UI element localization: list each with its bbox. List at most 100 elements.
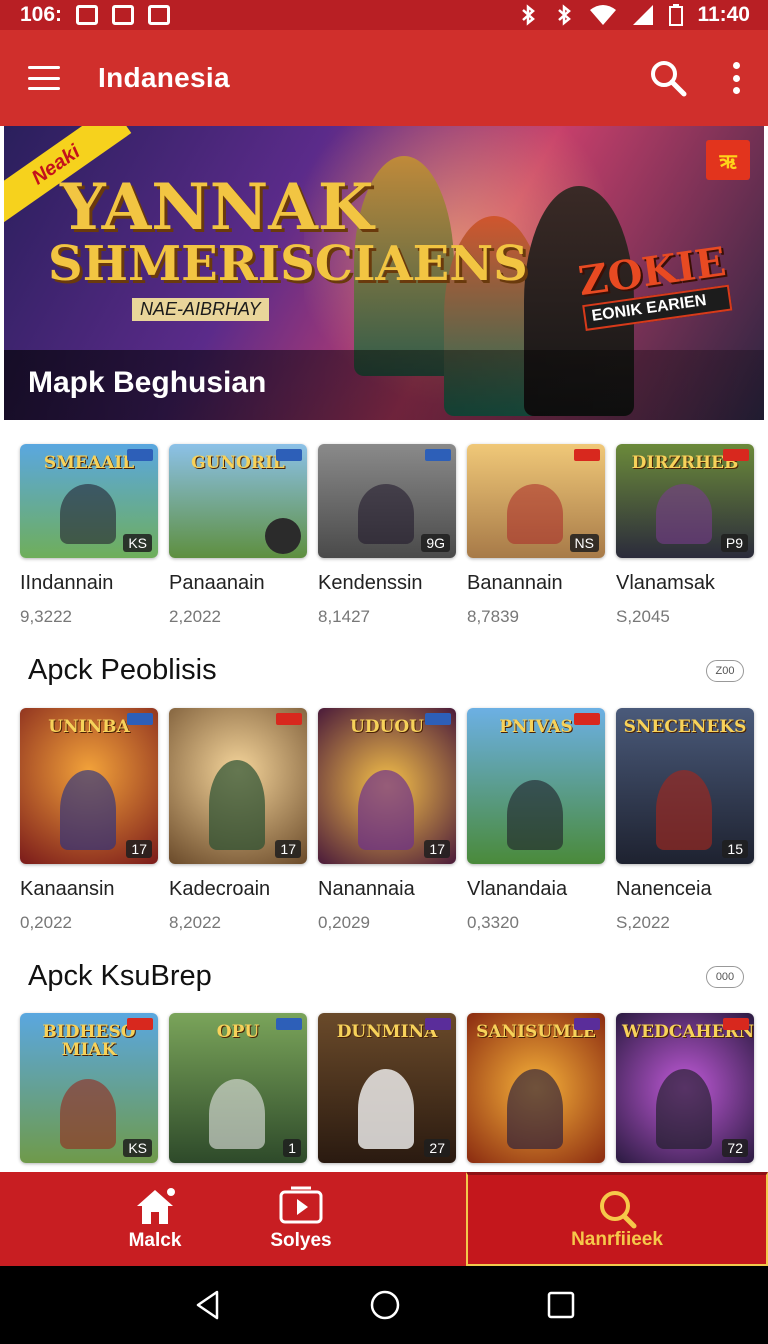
thumbnail-figure: [209, 760, 265, 850]
game-card[interactable]: SNECENEKS 15 Nanenceia S,2022: [616, 708, 754, 933]
home-circle-icon[interactable]: [369, 1289, 401, 1321]
thumbnail-title: SNECENEKS: [623, 717, 747, 737]
game-count: 2,2022: [169, 607, 221, 626]
app-title: Indanesia: [98, 62, 230, 93]
thumbnail-badge: 17: [275, 840, 301, 858]
thumbnail-figure: [358, 484, 414, 544]
game-count: 8,7839: [467, 607, 519, 626]
recents-icon[interactable]: [547, 1291, 575, 1319]
section1-row: SMEAAIL KS IIndannain 9,3222 GUNORIL Pan…: [20, 444, 754, 627]
nav-label: Nanrfiieek: [571, 1228, 663, 1250]
thumbnail-figure: [60, 1079, 116, 1149]
game-card[interactable]: 17 Kadecroain 8,2022: [169, 708, 307, 933]
game-thumbnail: 17: [169, 708, 307, 864]
game-card[interactable]: BIDHESO MIAK KS: [20, 1013, 158, 1163]
banner-corner-badge: ऋ: [706, 140, 750, 180]
section-title: Apck Peoblisis: [28, 654, 217, 686]
game-thumbnail: SANISUMLE: [467, 1013, 605, 1163]
game-name: Vlanamsak: [616, 572, 715, 594]
thumbnail-avatar: [265, 518, 301, 554]
game-count: S,2022: [616, 913, 670, 932]
wifi-icon: [590, 5, 617, 25]
hamburger-menu-icon[interactable]: [28, 66, 60, 90]
game-card[interactable]: UDUOU 17 Nanannaia 0,2029: [318, 708, 456, 933]
game-thumbnail: NS: [467, 444, 605, 558]
system-navigation-bar: [0, 1266, 768, 1344]
game-thumbnail: OPU 1: [169, 1013, 307, 1163]
thumbnail-tag: [425, 713, 451, 725]
thumbnail-badge: 9G: [421, 534, 450, 552]
game-name: Kadecroain: [169, 878, 271, 900]
nav-label: Solyes: [270, 1230, 332, 1251]
game-thumbnail: UNINBA 17: [20, 708, 158, 864]
video-icon: [279, 1186, 323, 1224]
home-icon: [137, 1188, 175, 1224]
featured-banner[interactable]: Neaki YANNAK SHMERISCIAENS NAE-AIBRHAY Z…: [4, 126, 764, 420]
game-card[interactable]: SANISUMLE: [467, 1013, 605, 1163]
bottom-navigation: Malck Solyes Nanrfiieek: [0, 1172, 768, 1266]
app-bar: Indanesia: [0, 30, 768, 126]
thumbnail-tag: [425, 1018, 451, 1030]
thumbnail-figure: [507, 484, 563, 544]
status-time: 11:40: [697, 3, 750, 26]
status-bar: 106: 11:40: [0, 0, 768, 30]
section2-header: Apck Peoblisis Z00: [28, 654, 744, 687]
game-card[interactable]: UNINBA 17 Kanaansin 0,2022: [20, 708, 158, 933]
game-name: Kendenssin: [318, 572, 423, 594]
nav-item-search[interactable]: Nanrfiieek: [466, 1172, 768, 1266]
see-more-button[interactable]: 000: [706, 965, 744, 988]
game-thumbnail: SMEAAIL KS: [20, 444, 158, 558]
game-count: 8,1427: [318, 607, 370, 626]
thumbnail-figure: [507, 1069, 563, 1149]
thumbnail-figure: [358, 770, 414, 850]
game-count: 8,2022: [169, 913, 221, 932]
game-count: 9,3222: [20, 607, 72, 626]
game-name: Nanannaia: [318, 878, 415, 900]
banner-title-line1: YANNAK: [60, 170, 374, 245]
section-title: Apck KsuBrep: [28, 960, 212, 992]
game-count: 0,2029: [318, 913, 370, 932]
section2-row: UNINBA 17 Kanaansin 0,2022 17 Kadecroain…: [20, 708, 754, 933]
thumbnail-tag: [574, 713, 600, 725]
thumbnail-tag: [127, 449, 153, 461]
banner-title-line2: SHMERISCIAENS: [48, 236, 528, 292]
nav-item-videos[interactable]: Solyes: [228, 1172, 374, 1266]
game-card[interactable]: WEDCAHERN 72: [616, 1013, 754, 1163]
more-vertical-icon[interactable]: [732, 62, 740, 94]
game-name: Panaanain: [169, 572, 265, 594]
thumbnail-tag: [127, 1018, 153, 1030]
status-left-text: 106:: [20, 3, 63, 26]
back-icon[interactable]: [193, 1289, 223, 1321]
game-card[interactable]: OPU 1: [169, 1013, 307, 1163]
game-card[interactable]: 9G Kendenssin 8,1427: [318, 444, 456, 627]
status-bar-left: 106:: [20, 3, 171, 27]
thumbnail-figure: [358, 1069, 414, 1149]
thumbnail-figure: [656, 484, 712, 544]
mail-icon: [148, 5, 171, 25]
game-card[interactable]: NS Banannain 8,7839: [467, 444, 605, 627]
vibrate-icon: [558, 4, 572, 26]
game-card[interactable]: PNIVAS Vlanandaia 0,3320: [467, 708, 605, 933]
game-name: Nanenceia: [616, 878, 712, 900]
see-more-button[interactable]: Z00: [706, 659, 744, 682]
thumbnail-badge: NS: [569, 534, 599, 552]
thumbnail-badge: KS: [123, 1139, 152, 1157]
game-card[interactable]: GUNORIL Panaanain 2,2022: [169, 444, 307, 627]
game-card[interactable]: DUNMINA 27: [318, 1013, 456, 1163]
game-thumbnail: DIRZRHEB P9: [616, 444, 754, 558]
thumbnail-figure: [656, 1069, 712, 1149]
banner-caption: Mapk Beghusian: [28, 366, 267, 399]
thumbnail-tag: [127, 713, 153, 725]
banner-title-line3: NAE-AIBRHAY: [132, 298, 269, 321]
game-thumbnail: SNECENEKS 15: [616, 708, 754, 864]
search-icon[interactable]: [648, 58, 688, 98]
thumbnail-figure: [507, 780, 563, 850]
document-icon: [112, 5, 135, 25]
nav-item-home[interactable]: Malck: [82, 1172, 228, 1266]
game-thumbnail: BIDHESO MIAK KS: [20, 1013, 158, 1163]
thumbnail-tag: [276, 713, 302, 725]
notification-icon: [76, 5, 99, 25]
game-card[interactable]: DIRZRHEB P9 Vlanamsak S,2045: [616, 444, 754, 627]
game-thumbnail: DUNMINA 27: [318, 1013, 456, 1163]
game-card[interactable]: SMEAAIL KS IIndannain 9,3222: [20, 444, 158, 627]
